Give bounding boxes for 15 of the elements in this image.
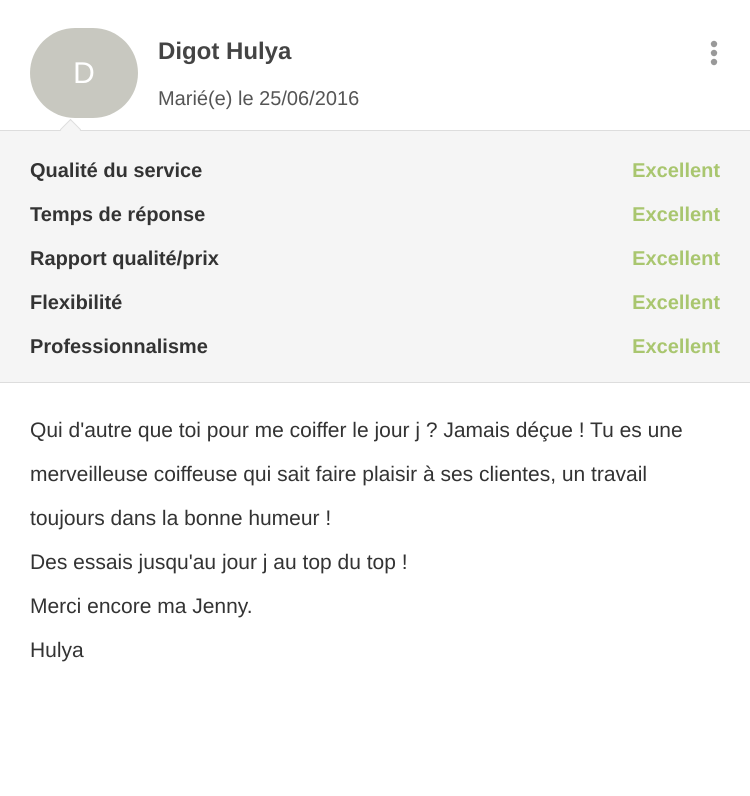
rating-value: Excellent	[632, 202, 720, 228]
reviewer-name: Digot Hulya	[158, 37, 292, 67]
rating-value: Excellent	[632, 158, 720, 184]
rating-label: Flexibilité	[30, 290, 122, 316]
review-text: Qui d'autre que toi pour me coiffer le jour j ? Jamais déçue ! Tu es une merveilleuse coiffeuse qui sait faire plaisir à ses clientes, un travail toujours dans la bonne humeur ! Des essais jusqu'au jour j au top du top ! Merci encore ma Jenny. Hulya	[29, 418, 684, 664]
rating-value: Excellent	[632, 334, 720, 360]
rating-label: Qualité du service	[30, 158, 202, 184]
rating-value: Excellent	[632, 290, 720, 316]
rating-label: Rapport qualité/prix	[30, 246, 219, 272]
wedding-date: Marié(e) le 25/06/2016	[158, 87, 360, 112]
rating-label: Temps de réponse	[30, 202, 206, 228]
rating-value: Excellent	[632, 246, 720, 272]
rating-label: Professionnalisme	[30, 334, 208, 360]
avatar: D	[30, 28, 138, 118]
more-options-icon[interactable]	[710, 40, 718, 66]
